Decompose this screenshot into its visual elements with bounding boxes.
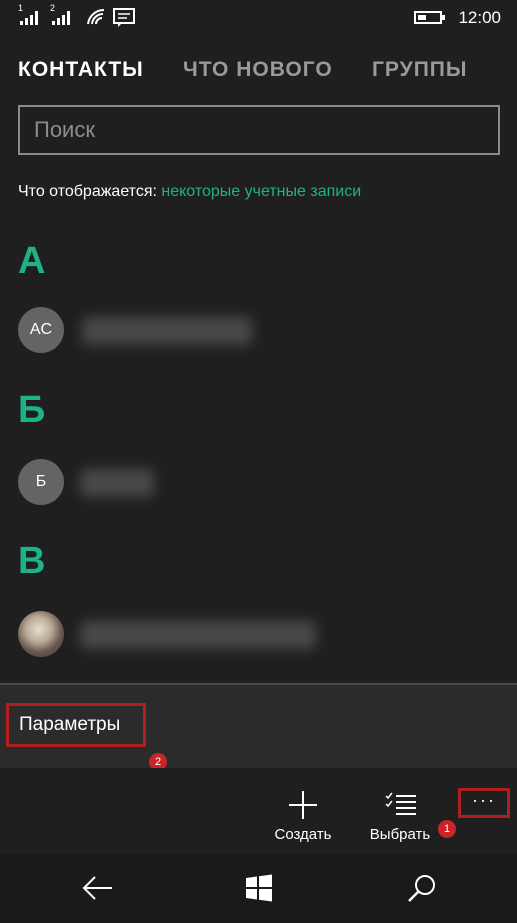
contact-name-redacted: [80, 469, 154, 497]
filter-label: Что отображается:: [18, 183, 157, 200]
signal-1-icon: [20, 9, 42, 25]
search-icon: [408, 875, 435, 902]
contact-item[interactable]: Б: [18, 459, 498, 505]
contact-name-redacted: [80, 621, 316, 649]
start-button[interactable]: [237, 870, 281, 906]
search-box: [18, 105, 500, 155]
checklist-icon: [385, 792, 416, 815]
status-bar: 1 2 12:00: [0, 0, 517, 36]
section-letter-v[interactable]: В: [18, 540, 45, 583]
contact-item[interactable]: AC: [18, 307, 498, 353]
battery-icon: [414, 11, 445, 24]
step-badge-1: 1: [438, 820, 456, 838]
avatar-photo: [18, 611, 64, 657]
create-button[interactable]: Создать: [258, 786, 348, 846]
tab-whats-new[interactable]: ЧТО НОВОГО: [183, 58, 333, 82]
filter-accounts-link[interactable]: некоторые учетные записи: [161, 183, 361, 200]
avatar: Б: [18, 459, 64, 505]
message-icon: [113, 8, 135, 27]
section-letter-a[interactable]: А: [18, 240, 45, 283]
plus-icon: [289, 791, 317, 819]
back-arrow-icon: [82, 876, 112, 900]
search-input[interactable]: [20, 107, 498, 153]
create-label: Создать: [274, 826, 332, 843]
clock: 12:00: [458, 8, 501, 27]
pivot-tabs: КОНТАКТЫ ЧТО НОВОГО ГРУППЫ: [18, 58, 508, 88]
menu-item-parameters[interactable]: Параметры: [6, 703, 146, 747]
more-options-button[interactable]: ···: [458, 788, 510, 818]
app-bar: Создать Выбрать ··· 1: [0, 768, 517, 854]
system-nav-bar: [0, 854, 517, 923]
avatar: AC: [18, 307, 64, 353]
tab-contacts[interactable]: КОНТАКТЫ: [18, 58, 144, 82]
select-label: Выбрать: [369, 826, 431, 843]
wifi-icon: [87, 8, 105, 25]
overflow-menu: Параметры 2: [0, 683, 517, 771]
contact-name-redacted: [82, 317, 252, 345]
section-letter-b[interactable]: Б: [18, 389, 45, 432]
select-button[interactable]: Выбрать: [355, 786, 445, 846]
signal-2-icon: [52, 9, 74, 25]
ellipsis-icon: ···: [472, 790, 496, 810]
back-button[interactable]: [76, 870, 120, 906]
tab-groups[interactable]: ГРУППЫ: [372, 58, 467, 82]
search-button[interactable]: [400, 870, 444, 906]
accounts-filter: Что отображается: некоторые учетные запи…: [18, 183, 361, 201]
windows-logo-icon: [246, 874, 272, 902]
contact-item[interactable]: [18, 611, 498, 657]
